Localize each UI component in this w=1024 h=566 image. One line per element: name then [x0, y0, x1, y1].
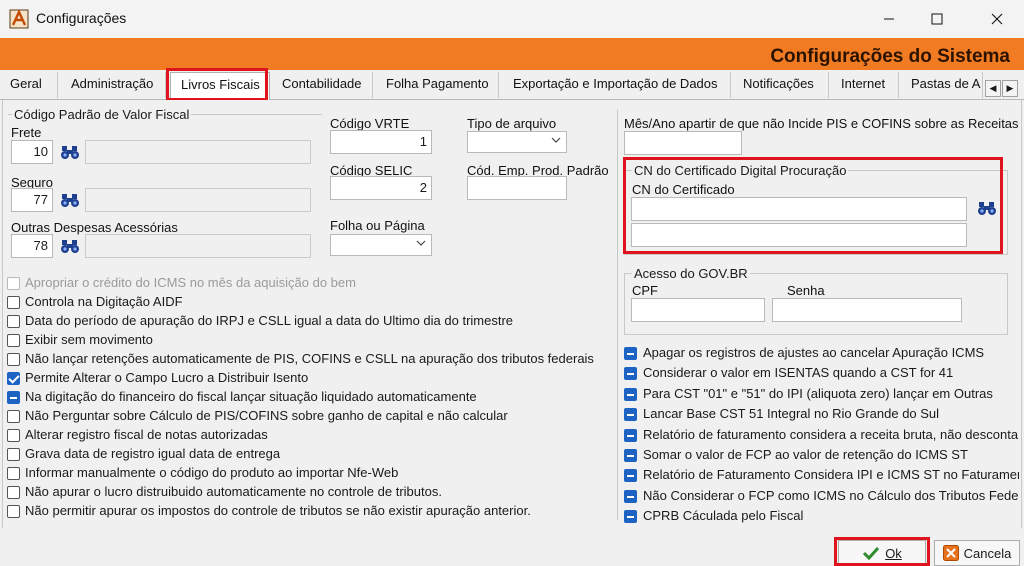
- left-checkbox-label-11: Não apurar o lucro distruibuido automati…: [25, 484, 442, 499]
- right-checkbox-3[interactable]: [624, 408, 637, 422]
- tab-administracao[interactable]: Administração: [60, 72, 166, 98]
- left-checkbox-6[interactable]: [7, 391, 20, 404]
- chevron-down-icon: [416, 240, 426, 246]
- left-checkbox-2[interactable]: [7, 315, 20, 328]
- left-checkbox-9[interactable]: [7, 448, 20, 461]
- right-checkbox-6[interactable]: [624, 469, 637, 483]
- left-checkbox-label-7: Não Perguntar sobre Cálculo de PIS/COFIN…: [25, 408, 508, 423]
- govbr-group-title: Acesso do GOV.BR: [632, 266, 750, 281]
- banner-title: Configurações do Sistema: [770, 46, 1010, 67]
- left-checkbox-label-3: Exibir sem movimento: [25, 332, 153, 347]
- right-checkbox-0[interactable]: [624, 347, 637, 360]
- tab-contabilidade[interactable]: Contabilidade: [273, 72, 373, 98]
- right-checkbox-label-3: Lancar Base CST 51 Integral no Rio Grand…: [643, 406, 940, 422]
- left-checkbox-10[interactable]: [7, 467, 20, 480]
- section-divider: [617, 110, 618, 520]
- seguro-description-field: [85, 188, 311, 212]
- left-checkbox-1[interactable]: [7, 296, 20, 309]
- cancel-icon: [942, 545, 959, 561]
- frete-description-field: [85, 140, 311, 164]
- highlight-certificado: [623, 157, 1003, 254]
- right-checkbox-4[interactable]: [624, 428, 637, 442]
- maximize-button[interactable]: [914, 0, 960, 38]
- frete-search-binoculars-icon[interactable]: [60, 144, 80, 160]
- tab-pastas[interactable]: Pastas de A: [901, 72, 983, 98]
- outras-description-field: [85, 234, 311, 258]
- left-checkbox-4[interactable]: [7, 353, 20, 366]
- left-checkbox-label-4: Não lançar retenções automaticamente de …: [25, 351, 594, 366]
- frete-label: Frete: [11, 125, 42, 140]
- right-checkbox-1[interactable]: [624, 367, 637, 381]
- frete-input[interactable]: 10: [11, 140, 53, 164]
- right-checkbox-7[interactable]: [624, 489, 637, 503]
- valor-fiscal-group-title: Código Padrão de Valor Fiscal: [12, 107, 192, 122]
- cpf-input[interactable]: [631, 298, 765, 322]
- vrte-input[interactable]: 1: [330, 130, 432, 154]
- tipo-arquivo-label: Tipo de arquivo: [467, 116, 557, 131]
- right-checkbox-label-1: Considerar o valor em ISENTAS quando a C…: [643, 365, 954, 381]
- outras-despesas-label: Outras Despesas Acessórias: [11, 220, 178, 235]
- highlight-tab: [166, 68, 268, 101]
- left-checkbox-3[interactable]: [7, 334, 20, 347]
- left-checkbox-8[interactable]: [7, 429, 20, 442]
- window-title: Configurações: [36, 10, 127, 26]
- cancel-button-label: Cancela: [963, 545, 1012, 561]
- left-checkbox-label-8: Alterar registro fiscal de notas autoriz…: [25, 427, 268, 442]
- highlight-ok: [834, 537, 930, 566]
- cpf-label: CPF: [632, 283, 658, 298]
- tab-scroll-right-icon[interactable]: ▶: [1002, 80, 1018, 97]
- left-checkbox-label-12: Não permitir apurar os impostos do contr…: [25, 503, 531, 518]
- left-checkbox-11[interactable]: [7, 486, 20, 499]
- tab-exportacao-importacao[interactable]: Exportação e Importação de Dados: [501, 72, 731, 98]
- senha-label: Senha: [787, 283, 825, 298]
- tab-notificacoes[interactable]: Notificações: [733, 72, 829, 98]
- right-checkbox-8[interactable]: [624, 510, 637, 524]
- senha-input[interactable]: [772, 298, 962, 322]
- outras-despesas-input[interactable]: 78: [11, 234, 53, 258]
- left-checkbox-label-9: Grava data de registro igual data de ent…: [25, 446, 281, 461]
- right-checkbox-label-8: CPRB Cáculada pelo Fiscal: [643, 508, 804, 524]
- left-checkbox-label-1: Controla na Digitação AIDF: [25, 294, 183, 309]
- seguro-input[interactable]: 77: [11, 188, 53, 212]
- tab-scroll-left-icon[interactable]: ◀: [985, 80, 1001, 97]
- selic-input[interactable]: 2: [330, 176, 432, 200]
- right-checkbox-label-2: Para CST "01" e "51" do IPI (aliquota ze…: [643, 385, 993, 401]
- right-checkbox-label-4: Relatório de faturamento considera a rec…: [643, 426, 1019, 442]
- tipo-arquivo-select[interactable]: [467, 131, 567, 153]
- chevron-down-icon: [551, 137, 561, 143]
- cancel-button[interactable]: Cancela: [934, 540, 1020, 566]
- left-checkbox-0: [7, 277, 20, 290]
- left-checkbox-label-2: Data do período de apuração do IRPJ e CS…: [25, 313, 514, 328]
- right-checkbox-label-7: Não Considerar o FCP como ICMS no Cálcul…: [643, 487, 1019, 503]
- left-checkbox-12[interactable]: [7, 505, 20, 518]
- close-button[interactable]: [974, 0, 1020, 38]
- app-logo-icon: [9, 9, 29, 29]
- outras-search-binoculars-icon[interactable]: [60, 238, 80, 254]
- right-checkbox-label-6: Relatório de Faturamento Considera IPI e…: [643, 467, 1019, 483]
- left-checkbox-label-6: Na digitação do financeiro do fiscal lan…: [25, 389, 477, 404]
- right-checkbox-5[interactable]: [624, 449, 637, 462]
- left-checkbox-7[interactable]: [7, 410, 20, 423]
- tab-folha-pagamento[interactable]: Folha Pagamento: [375, 72, 499, 98]
- minimize-button[interactable]: [866, 0, 912, 38]
- vrte-label: Código VRTE: [330, 116, 410, 131]
- left-checkbox-5[interactable]: [7, 372, 20, 385]
- seguro-search-binoculars-icon[interactable]: [60, 192, 80, 208]
- left-checkbox-label-0: Apropriar o crédito do ICMS no mês da aq…: [25, 275, 356, 290]
- right-checkbox-label-5: Somar o valor de FCP ao valor de retençã…: [643, 447, 968, 462]
- cod-emp-prod-input[interactable]: [467, 176, 567, 200]
- tab-internet[interactable]: Internet: [831, 72, 899, 98]
- left-checkbox-label-10: Informar manualmente o código do produto…: [25, 465, 399, 480]
- mes-ano-input[interactable]: [624, 131, 742, 155]
- mes-ano-label: Mês/Ano apartir de que não Incide PIS e …: [624, 116, 1019, 131]
- folha-pagina-label: Folha ou Página: [330, 218, 425, 233]
- tab-geral[interactable]: Geral: [2, 72, 58, 98]
- right-checkbox-label-0: Apagar os registros de ajustes ao cancel…: [643, 345, 985, 360]
- right-checkbox-2[interactable]: [624, 387, 637, 401]
- left-checkbox-label-5: Permite Alterar o Campo Lucro a Distribu…: [25, 370, 309, 385]
- folha-pagina-select[interactable]: [330, 234, 432, 256]
